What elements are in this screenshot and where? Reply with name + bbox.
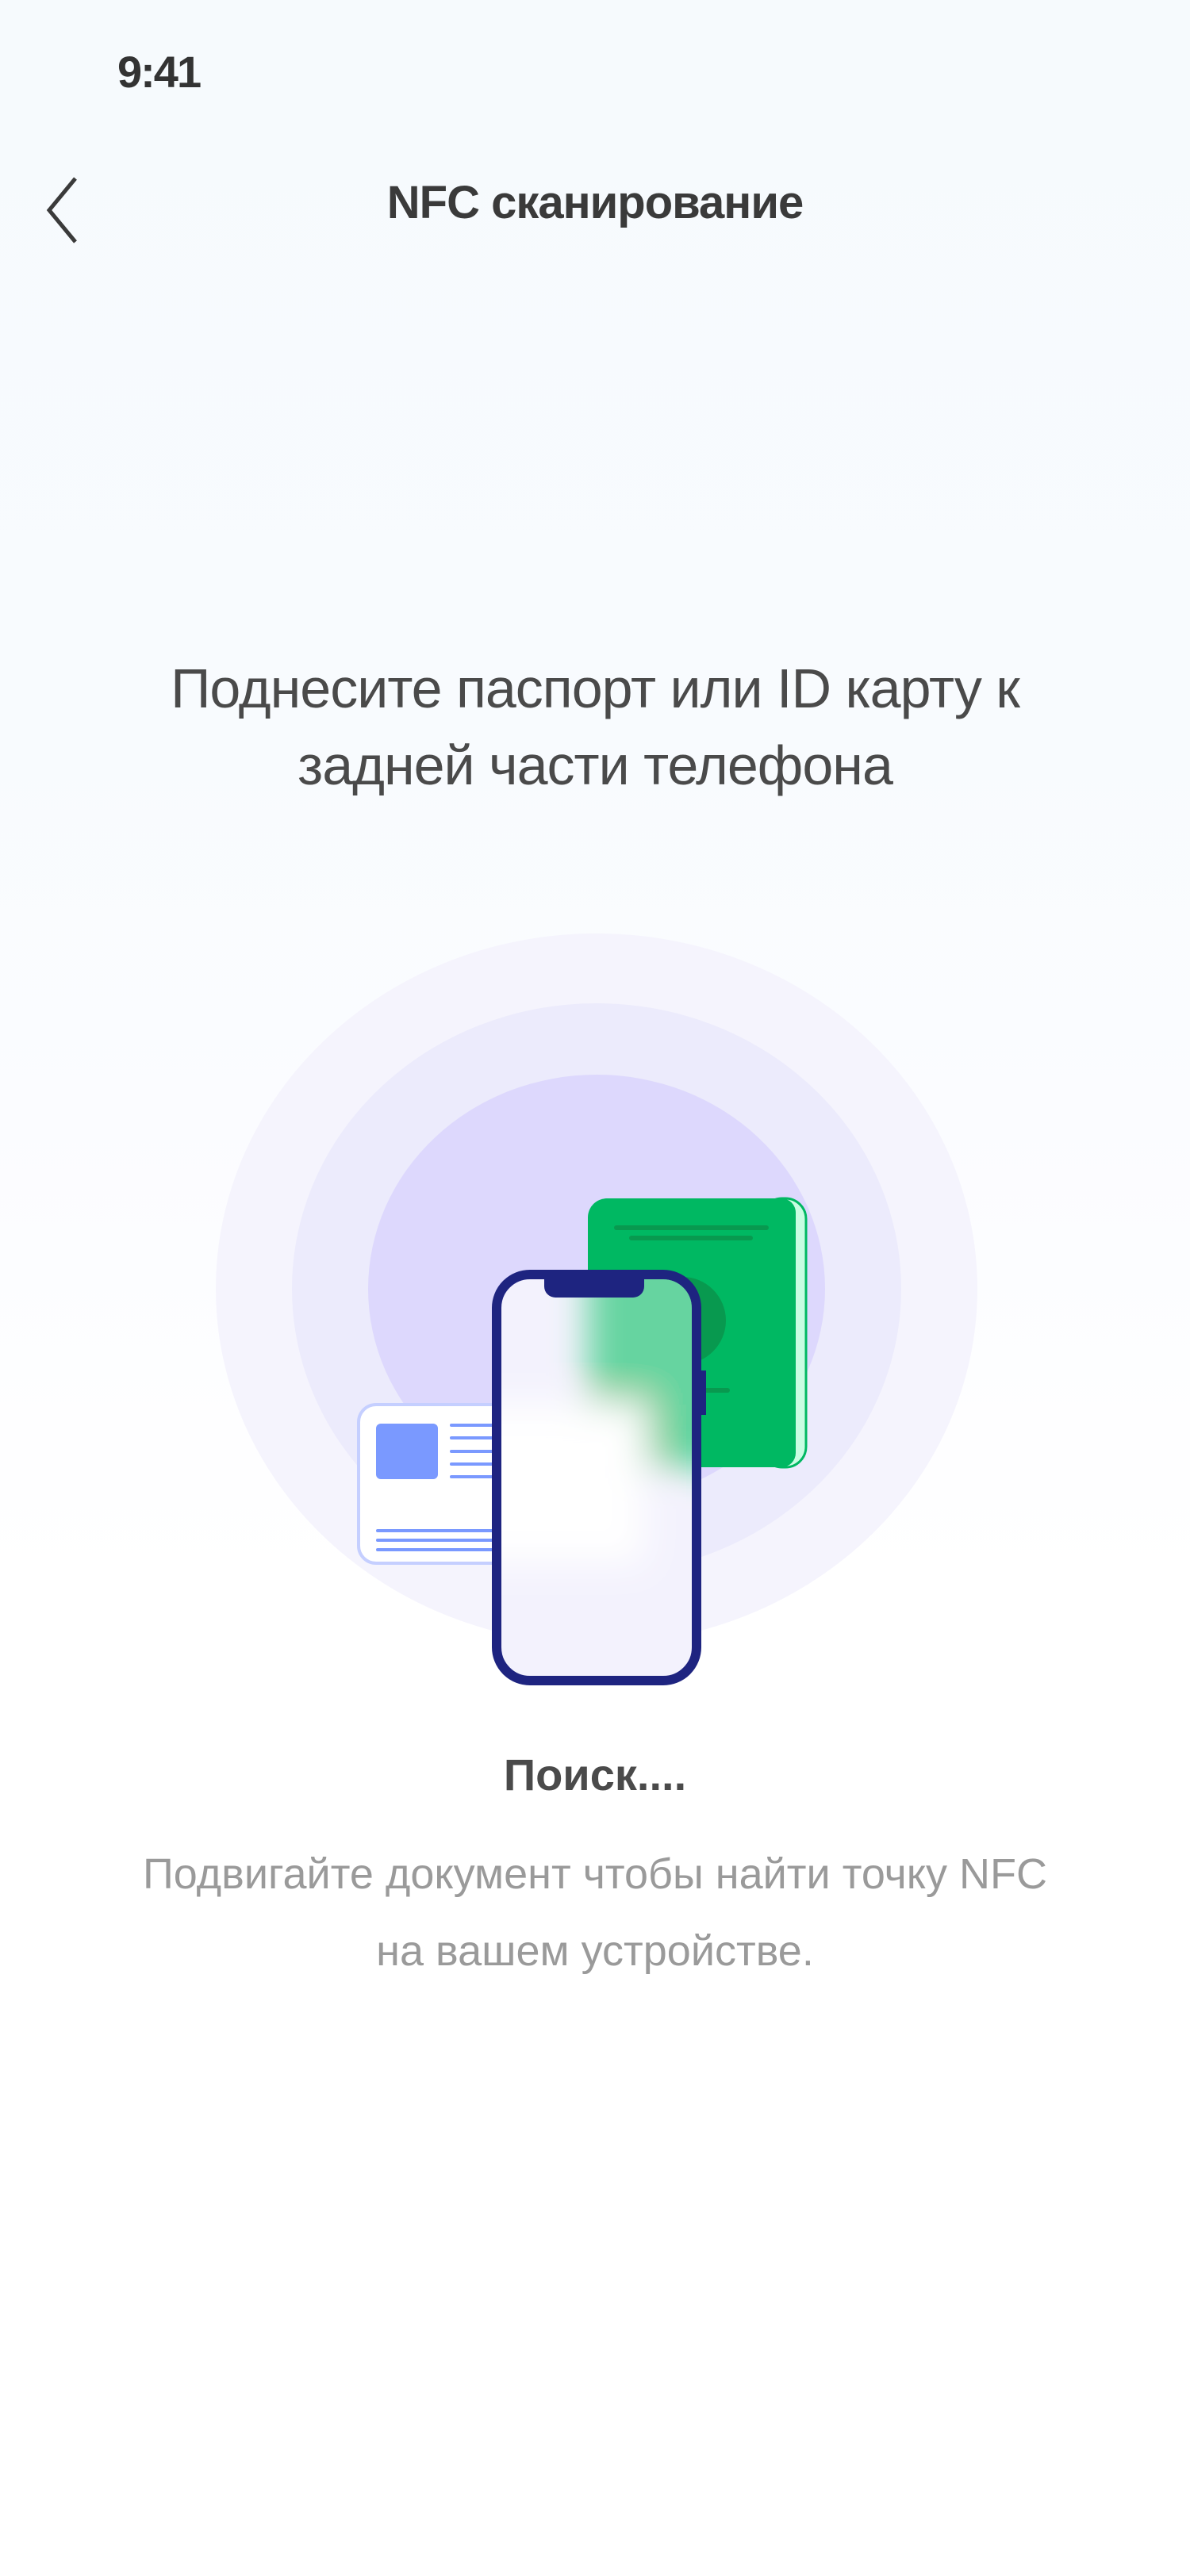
page-title: NFC сканирование — [386, 177, 804, 228]
status-bar-time: 9:41 — [117, 47, 202, 97]
instruction-heading: Поднесите паспорт или ID карту к задней … — [171, 657, 1020, 796]
nfc-illustration — [216, 933, 977, 1685]
scan-status: Поиск.... — [503, 1750, 687, 1800]
scan-description: Подвигайте документ чтобы найти точку NF… — [142, 1850, 1048, 1975]
